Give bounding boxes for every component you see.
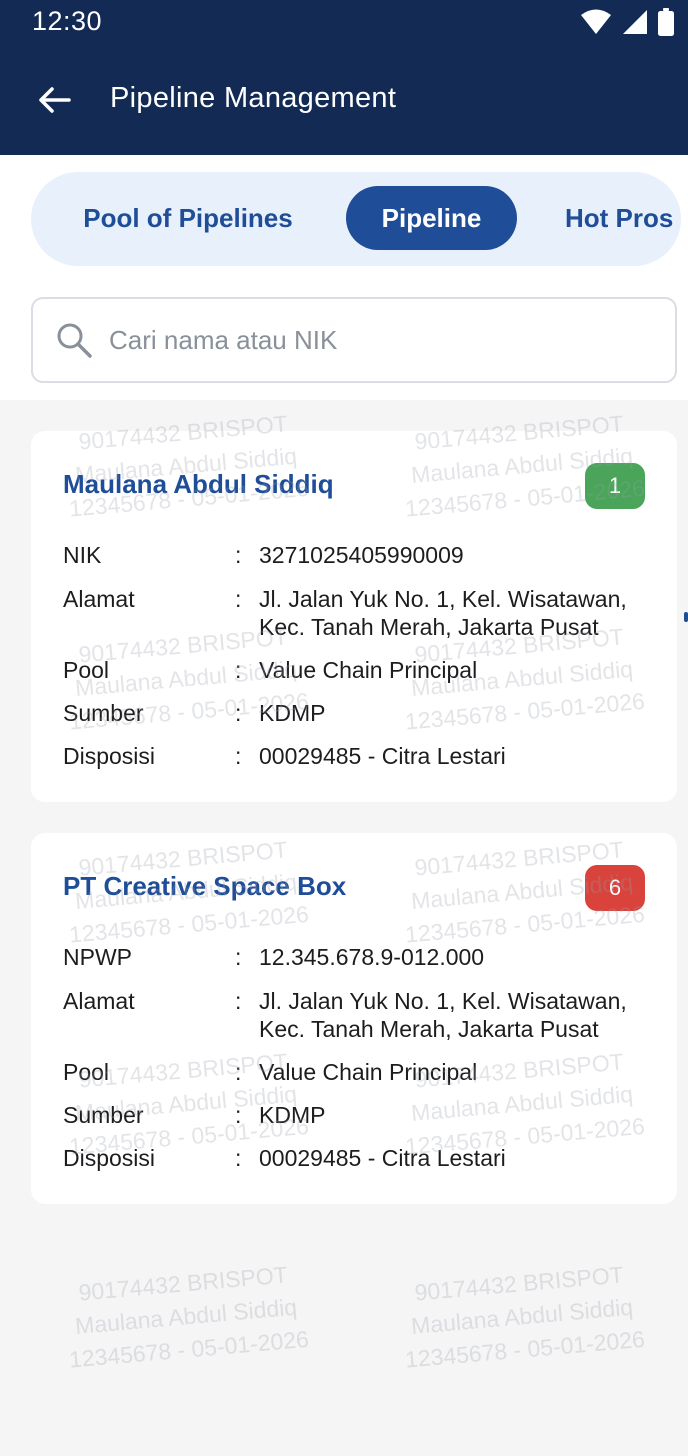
field-value: 00029485 - Citra Lestari xyxy=(259,1145,506,1171)
cell-signal-icon xyxy=(623,10,647,34)
field-value: 00029485 - Citra Lestari xyxy=(259,743,506,769)
field-value: 3271025405990009 xyxy=(259,542,464,568)
tab-hot-prospect[interactable]: Hot Pros xyxy=(565,186,681,250)
field-value: Jl. Jalan Yuk No. 1, Kel. Wisatawan, Kec… xyxy=(259,988,627,1042)
field-separator: : xyxy=(235,586,242,612)
search-box[interactable] xyxy=(31,297,677,383)
field-label: NPWP xyxy=(63,944,132,970)
field-label: NIK xyxy=(63,542,102,568)
app-header: 12:30 Pipeline Management xyxy=(0,0,688,155)
field-value: Value Chain Principal xyxy=(259,657,478,683)
count-badge: 6 xyxy=(585,865,645,911)
arrow-left-icon xyxy=(39,87,71,113)
controls-section: Pool of Pipelines Pipeline Hot Pros xyxy=(0,155,688,400)
field-separator: : xyxy=(235,743,242,769)
scroll-indicator xyxy=(684,612,688,622)
field-separator: : xyxy=(235,1102,242,1128)
pipeline-card[interactable]: Maulana Abdul Siddiq 1 NIK : 32710254059… xyxy=(31,431,677,802)
field-label: Alamat xyxy=(63,586,135,612)
field-separator: : xyxy=(235,700,242,726)
tab-bar[interactable]: Pool of Pipelines Pipeline Hot Pros xyxy=(31,172,681,266)
wifi-icon xyxy=(581,9,611,34)
count-badge: 1 xyxy=(585,463,645,509)
card-title: Maulana Abdul Siddiq xyxy=(63,469,334,499)
field-label: Alamat xyxy=(63,988,135,1014)
status-time: 12:30 xyxy=(32,6,103,36)
page-title: Pipeline Management xyxy=(110,82,397,114)
battery-icon xyxy=(658,8,674,36)
watermark: 90174432 BRISPOT Maulana Abdul Siddiq 1234… xyxy=(68,1261,310,1373)
search-icon xyxy=(57,323,92,358)
pipeline-card[interactable]: PT Creative Space Box 6 NPWP : 12.345.67… xyxy=(31,833,677,1204)
card-title: PT Creative Space Box xyxy=(63,871,347,901)
tab-pool-of-pipelines[interactable]: Pool of Pipelines xyxy=(63,186,313,250)
search-input[interactable] xyxy=(109,313,649,367)
watermark: 90174432 BRISPOT Maulana Abdul Siddiq 1234… xyxy=(404,1261,646,1373)
field-separator: : xyxy=(235,542,242,568)
field-label: Pool xyxy=(63,657,110,683)
field-separator: : xyxy=(235,944,242,970)
field-label: Disposisi xyxy=(63,1145,156,1171)
tab-pipeline[interactable]: Pipeline xyxy=(346,186,517,250)
field-separator: : xyxy=(235,1059,242,1085)
field-value: Value Chain Principal xyxy=(259,1059,478,1085)
field-separator: : xyxy=(235,1145,242,1171)
field-label: Disposisi xyxy=(63,743,156,769)
field-value: 12.345.678.9-012.000 xyxy=(259,944,485,970)
field-label: Sumber xyxy=(63,700,144,726)
field-separator: : xyxy=(235,988,242,1014)
field-label: Pool xyxy=(63,1059,110,1085)
field-label: Sumber xyxy=(63,1102,144,1128)
status-icons xyxy=(580,8,674,36)
field-value: KDMP xyxy=(259,1102,326,1128)
field-separator: : xyxy=(235,657,242,683)
field-value: KDMP xyxy=(259,700,326,726)
field-value: Jl. Jalan Yuk No. 1, Kel. Wisatawan, Kec… xyxy=(259,586,627,640)
back-button[interactable] xyxy=(24,78,84,122)
